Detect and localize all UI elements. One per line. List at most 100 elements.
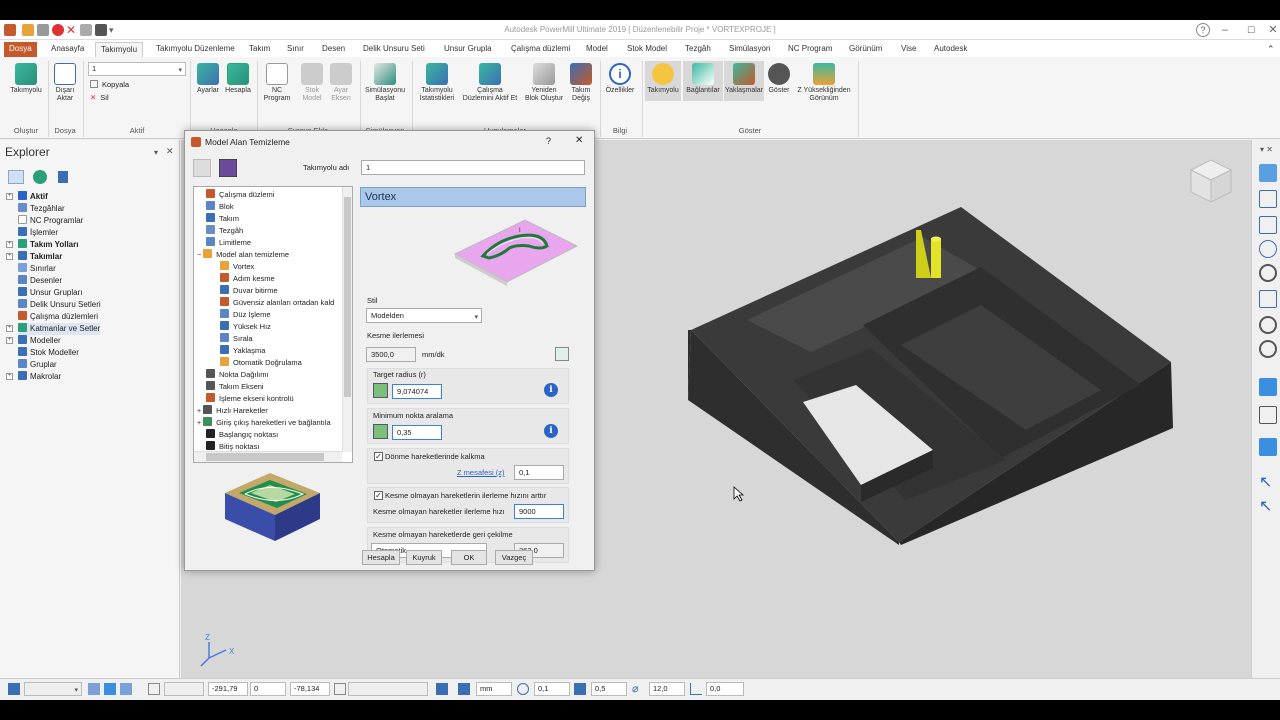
stok-model-button[interactable]: Stok Model — [298, 63, 326, 103]
active-toolpath-select[interactable]: 1 ▾ — [88, 62, 186, 76]
expand-icon[interactable]: + — [6, 337, 13, 344]
explorer-item-unsur-gruplari[interactable]: Unsur Grupları — [18, 287, 82, 299]
help-icon[interactable]: ? — [1196, 23, 1210, 37]
panel-menu-icon[interactable]: ▾ — [154, 148, 158, 157]
kuyruk-button[interactable]: Kuyruk — [406, 550, 442, 565]
strategy-selector-icon[interactable] — [193, 159, 211, 177]
explorer-item-nc-programlar[interactable]: NC Programlar — [18, 215, 83, 227]
explorer-item-desenler[interactable]: Desenler — [18, 275, 62, 287]
zoom-out-icon[interactable] — [1259, 340, 1277, 358]
toolbar-menu-icon[interactable]: ▾ ✕ — [1260, 145, 1273, 154]
status-workplane-icon[interactable] — [8, 683, 20, 695]
sil-button[interactable]: ✕ Sil — [90, 93, 109, 102]
takimyolu-create-button[interactable]: Takımyolu — [6, 63, 46, 95]
explorer-item-delik-unsuru-setleri[interactable]: Delik Unsuru Setleri — [18, 299, 101, 311]
takimyolu-adi-field[interactable]: 1 — [361, 160, 585, 175]
diameter-icon[interactable]: ⌀ — [632, 683, 644, 695]
dialog-help-button[interactable]: ? — [546, 136, 551, 146]
explorer-item-sinirlar[interactable]: Sınırlar — [18, 263, 56, 275]
ok-button[interactable]: OK — [451, 550, 487, 565]
tab-stok-model[interactable]: Stok Model — [622, 42, 672, 57]
yeniden-blok-button[interactable]: Yeniden Blok Oluştur — [521, 63, 567, 103]
offset-field[interactable]: 0,5 — [591, 682, 627, 696]
ozellikler-button[interactable]: i Özellikler — [602, 63, 638, 95]
target-info-icon[interactable]: i — [544, 383, 558, 397]
tab-delik-unsuru-seti[interactable]: Delik Unsuru Seti — [358, 42, 430, 57]
tree-item-adim-kesme[interactable]: Adım kesme — [220, 273, 275, 285]
tree-item-duz-isleme[interactable]: Düz İşleme — [220, 309, 271, 321]
view-cube-icon[interactable] — [1189, 159, 1233, 203]
units-select[interactable]: mm — [476, 682, 512, 696]
maximize-icon[interactable]: ☐ — [1244, 23, 1258, 37]
takim-degis-button[interactable]: Takım Değiş — [567, 63, 595, 103]
tab-takim[interactable]: Takım — [244, 42, 275, 57]
view-cube-small-icon[interactable] — [1259, 216, 1277, 234]
zoom-in-icon[interactable] — [1259, 316, 1277, 334]
status-blank-field[interactable] — [164, 682, 204, 696]
tab-anasayfa[interactable]: Anasayfa — [46, 42, 89, 57]
tab-takimyolu[interactable]: Takımyolu — [95, 42, 144, 57]
tab-autodesk[interactable]: Autodesk — [929, 42, 972, 57]
donme-checkbox[interactable]: ✓ — [374, 452, 383, 461]
tree-item-duvar-bitirme[interactable]: Duvar bitirme — [220, 285, 278, 297]
feedrate-calculator-icon[interactable] — [555, 347, 569, 361]
disari-aktar-button[interactable]: Dışarı Aktar — [50, 63, 80, 103]
panel-close-icon[interactable]: ✕ — [166, 146, 174, 157]
tree-item-takim[interactable]: Takım — [206, 213, 239, 225]
vazgec-button[interactable]: Vazgeç — [495, 550, 533, 565]
toolpath-open-icon[interactable] — [219, 159, 237, 177]
offset-icon[interactable] — [574, 683, 586, 695]
tree-item-yuksek-hiz[interactable]: Yüksek Hız — [220, 321, 271, 333]
tree-item-tezgah[interactable]: Tezgâh — [206, 225, 243, 237]
angle-field[interactable]: 0,0 — [706, 682, 744, 696]
tree-item-calisma-duzlemi[interactable]: Çalışma düzlemi — [206, 189, 274, 201]
expand-icon[interactable]: + — [6, 193, 13, 200]
rotate-icon[interactable] — [1259, 240, 1277, 258]
tree-item-isleme-ekseni[interactable]: İşleme ekseni kontrolü — [206, 393, 294, 405]
tree-item-nokta-dagilimi[interactable]: Nokta Dağılımı — [206, 369, 269, 381]
view-box-icon[interactable] — [1259, 190, 1277, 208]
expand-icon[interactable]: + — [6, 241, 13, 248]
tree-item-blok[interactable]: Blok — [206, 201, 234, 213]
tree-item-hizli-hareketler[interactable]: + Hızlı Hareketler — [197, 405, 268, 417]
explorer-item-calisma-duzlemleri[interactable]: Çalışma düzlemleri — [18, 311, 98, 323]
tab-dosya[interactable]: Dosya — [4, 42, 37, 57]
pan-icon[interactable] — [1259, 290, 1277, 308]
status-select[interactable]: ▾ — [24, 682, 82, 696]
kesme-ilerlemesi-field[interactable]: 3500,0 — [366, 347, 416, 362]
minimize-icon[interactable]: – — [1218, 23, 1232, 37]
tree-item-guvensiz-alanlar[interactable]: Güvensiz alanları ortadan kald — [220, 297, 334, 309]
close-window-icon[interactable]: ✕ — [1266, 23, 1280, 37]
measure-icon[interactable] — [334, 683, 346, 695]
tree-item-sirala[interactable]: Sırala — [220, 333, 253, 345]
explorer-item-makrolar[interactable]: Makrolar — [18, 371, 61, 383]
tolerance-field[interactable]: 0,1 — [534, 682, 570, 696]
explorer-item-islemler[interactable]: İşlemler — [18, 227, 58, 239]
kopyala-button[interactable]: Kopyala — [90, 80, 129, 89]
grid-icon[interactable] — [148, 683, 160, 695]
tab-calisma-duzlemi[interactable]: Çalışma düzlemi — [506, 42, 575, 57]
tab-tezgah[interactable]: Tezgâh — [680, 42, 716, 57]
tree-item-giris-cikis[interactable]: + Giriş çıkış hareketleri ve bağlantıla — [197, 417, 331, 429]
calisma-duzlemi-aktif-button[interactable]: Çalışma Düzlemini Aktif Et — [459, 63, 521, 103]
tree-item-vortex[interactable]: Vortex — [220, 261, 254, 273]
explorer-item-gruplar[interactable]: Gruplar — [18, 359, 57, 371]
ribbon-collapse-icon[interactable]: ⌃ — [1262, 42, 1280, 57]
globe-icon[interactable] — [33, 170, 47, 184]
angle-icon[interactable] — [690, 683, 702, 695]
diameter-field[interactable]: 12,0 — [649, 682, 685, 696]
tree-item-limitleme[interactable]: Limitleme — [206, 237, 251, 249]
tab-sinir[interactable]: Sınır — [282, 42, 309, 57]
simulasyon-baslat-button[interactable]: Simülasyonu Başlat — [362, 63, 408, 103]
takimyolu-istatistikleri-button[interactable]: Takımyolu İstatistikleri — [415, 63, 459, 103]
explorer-item-stok-modeller[interactable]: Stok Modeller — [18, 347, 79, 359]
wireframe-icon[interactable] — [1259, 406, 1277, 424]
ayarlar-button[interactable]: Ayarlar — [194, 63, 222, 95]
tab-gorunum[interactable]: Görünüm — [844, 42, 887, 57]
goster-button[interactable]: Göster — [765, 63, 793, 95]
yaklasmalar-button[interactable]: Yaklaşmalar — [724, 61, 764, 101]
ayar-eksen-button[interactable]: Ayar Eksen — [327, 63, 355, 103]
tree-vscroll-thumb[interactable] — [344, 197, 351, 397]
z-yuksekligi-button[interactable]: Z Yüksekliğinden Görünüm — [795, 63, 853, 103]
tree-item-takim-ekseni[interactable]: Takım Ekseni — [206, 381, 264, 393]
